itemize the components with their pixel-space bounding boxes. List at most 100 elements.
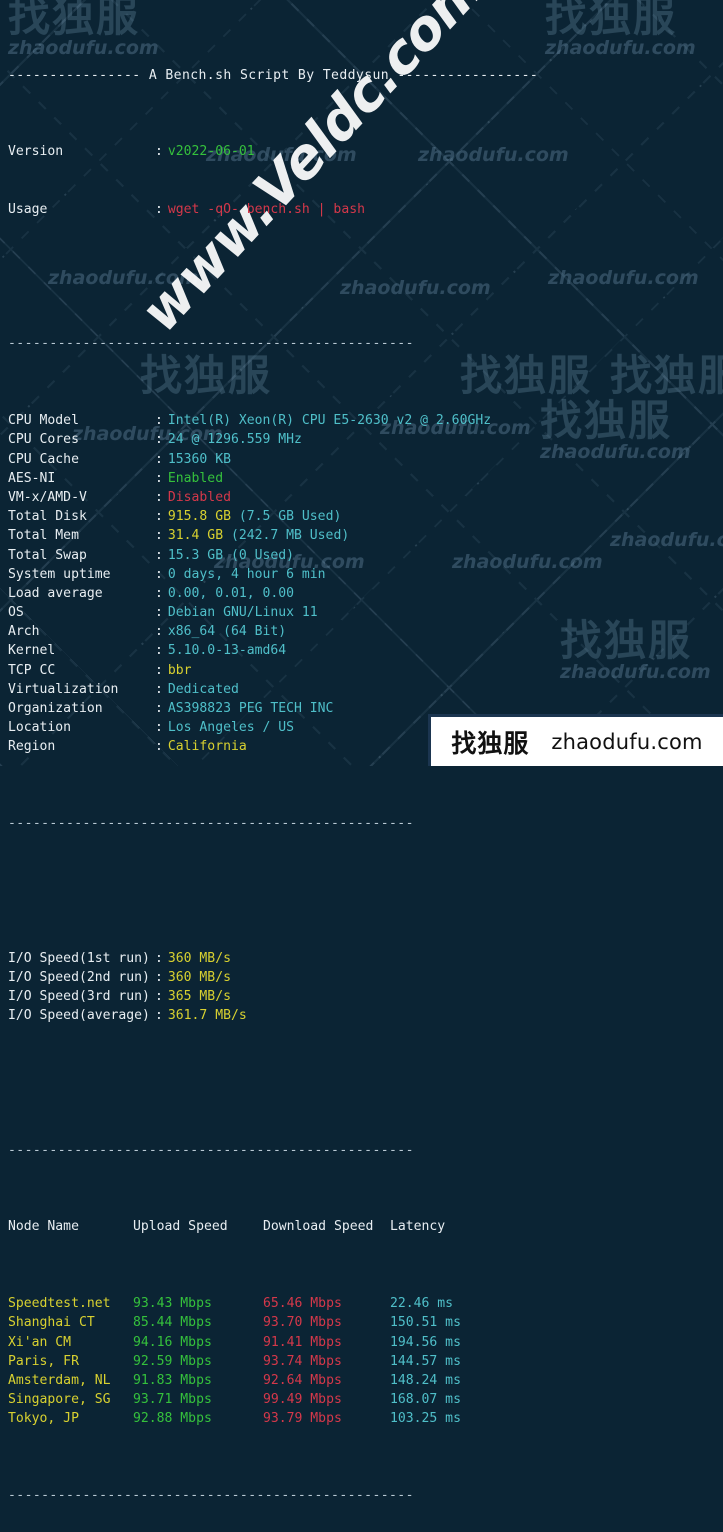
row-label: TCP CC xyxy=(8,662,56,678)
row-value: v2022-06-01 xyxy=(167,144,255,160)
speedtest-header-row: Node Name Upload Speed Download Speed Laten… xyxy=(0,1217,723,1236)
row-value: Disabled xyxy=(167,489,231,505)
row-colon: : xyxy=(155,432,163,448)
row-label: Version xyxy=(8,144,64,160)
header-title: A Bench.sh Script By Teddysun xyxy=(148,67,390,83)
column-header-download-speed: Download Speed xyxy=(263,1219,374,1235)
row-colon: : xyxy=(155,624,163,640)
info-row-os: OS: Debian GNU/Linux 11 xyxy=(0,603,723,622)
row-value: wget -qO- bench.sh | bash xyxy=(167,202,365,218)
row-label: System uptime xyxy=(8,566,111,582)
node-name-cell: Paris, FR xyxy=(8,1353,79,1369)
node-name-cell: Shanghai CT xyxy=(8,1315,95,1331)
info-row-total-disk: Total Disk:915.8 GB (7.5 GB Used) xyxy=(0,507,723,526)
row-colon: : xyxy=(155,988,163,1004)
row-colon: : xyxy=(155,566,163,582)
row-value: 915.8 GB xyxy=(167,509,231,525)
node-name-cell: Speedtest.net xyxy=(8,1296,111,1312)
upload-speed-cell: 94.16 Mbps xyxy=(133,1334,212,1350)
row-colon: : xyxy=(155,470,163,486)
row-value: 15.3 GB (0 Used) xyxy=(167,547,295,563)
column-header-node-name: Node Name xyxy=(8,1219,79,1235)
row-value: x86_64 (64 Bit) xyxy=(167,624,287,640)
row-colon: : xyxy=(155,969,163,985)
info-row-version: Version: v2022-06-01 xyxy=(0,142,723,161)
speedtest-row: Speedtest.net 93.43 Mbps 65.46 Mbps 22.46 m… xyxy=(0,1294,723,1313)
row-value: Intel(R) Xeon(R) CPU E5-2630 v2 @ 2.60GH… xyxy=(167,413,492,429)
latency-cell: 22.46 ms xyxy=(390,1296,454,1312)
download-speed-cell: 65.46 Mbps xyxy=(263,1296,342,1312)
row-colon: : xyxy=(155,739,163,755)
row-label: Total Mem xyxy=(8,528,79,544)
latency-cell: 148.24 ms xyxy=(390,1372,461,1388)
row-label: I/O Speed(2nd run) xyxy=(8,969,150,985)
info-row-usage: Usage: wget -qO- bench.sh | bash xyxy=(0,200,723,219)
row-value: 31.4 GB xyxy=(167,528,224,544)
info-row-tcp-cc: TCP CC: bbr xyxy=(0,661,723,680)
info-row-aes-ni: AES-NI: Enabled xyxy=(0,469,723,488)
io-row-i-o-speed-1st-run: I/O Speed(1st run):360 MB/s xyxy=(0,949,723,968)
row-label: Virtualization xyxy=(8,681,119,697)
info-row-virtualization: Virtualization: Dedicated xyxy=(0,680,723,699)
row-value: 360 MB/s xyxy=(167,969,231,985)
row-value: Enabled xyxy=(167,470,224,486)
row-colon: : xyxy=(155,202,163,218)
site-brand-banner: 找独服 zhaodufu.com xyxy=(428,714,723,766)
row-label: OS xyxy=(8,605,24,621)
info-row-cpu-cache: CPU Cache:15360 KB xyxy=(0,450,723,469)
row-value-extra: (7.5 GB Used) xyxy=(230,509,342,525)
row-colon: : xyxy=(155,547,163,563)
row-label: I/O Speed(1st run) xyxy=(8,950,150,966)
banner-brand-en: zhaodufu.com xyxy=(551,729,703,754)
row-colon: : xyxy=(155,528,163,544)
separator-line: ----------------------------------------… xyxy=(8,1488,414,1504)
row-colon: : xyxy=(155,701,163,717)
speedtest-row: Paris, FR 92.59 Mbps 93.74 Mbps 144.57 ms xyxy=(0,1352,723,1371)
row-colon: : xyxy=(155,720,163,736)
node-name-cell: Singapore, SG xyxy=(8,1392,111,1408)
info-row-total-swap: Total Swap:15.3 GB (0 Used) xyxy=(0,546,723,565)
column-header-upload-speed: Upload Speed xyxy=(133,1219,228,1235)
node-name-cell: Xi'an CM xyxy=(8,1334,72,1350)
row-value: 365 MB/s xyxy=(167,988,231,1004)
upload-speed-cell: 85.44 Mbps xyxy=(133,1315,212,1331)
row-value: California xyxy=(167,739,247,755)
io-row-i-o-speed-average: I/O Speed(average):361.7 MB/s xyxy=(0,1006,723,1025)
row-value: 361.7 MB/s xyxy=(167,1008,247,1024)
header-dashes-left: ---------------- xyxy=(8,67,141,83)
row-label: I/O Speed(3rd run) xyxy=(8,988,150,1004)
download-speed-cell: 91.41 Mbps xyxy=(263,1334,342,1350)
row-value-extra: (242.7 MB Used) xyxy=(223,528,350,544)
speedtest-row: Shanghai CT 85.44 Mbps 93.70 Mbps 150.51 ms xyxy=(0,1313,723,1332)
row-colon: : xyxy=(155,662,163,678)
row-value: AS398823 PEG TECH INC xyxy=(167,701,334,717)
row-value: 5.10.0-13-amd64 xyxy=(167,643,287,659)
separator-line: ----------------------------------------… xyxy=(8,336,414,352)
info-row-kernel: Kernel:5.10.0-13-amd64 xyxy=(0,641,723,660)
row-value: 24 @ 1296.559 MHz xyxy=(167,432,302,448)
row-label: CPU Cache xyxy=(8,451,79,467)
row-colon: : xyxy=(155,489,163,505)
info-row-vm-x-amd-v: VM-x/AMD-V: Disabled xyxy=(0,488,723,507)
download-speed-cell: 93.70 Mbps xyxy=(263,1315,342,1331)
row-colon: : xyxy=(155,413,163,429)
separator-line: ----------------------------------------… xyxy=(8,816,414,832)
row-value: 0.00, 0.01, 0.00 xyxy=(167,585,295,601)
info-row-load-average: Load average:0.00, 0.01, 0.00 xyxy=(0,584,723,603)
speedtest-row: Tokyo, JP 92.88 Mbps 93.79 Mbps 103.25 ms xyxy=(0,1409,723,1428)
upload-speed-cell: 92.59 Mbps xyxy=(133,1353,212,1369)
upload-speed-cell: 91.83 Mbps xyxy=(133,1372,212,1388)
row-label: Usage xyxy=(8,202,48,218)
row-value: bbr xyxy=(167,662,192,678)
row-label: Organization xyxy=(8,701,103,717)
io-row-i-o-speed-2nd-run: I/O Speed(2nd run):360 MB/s xyxy=(0,968,723,987)
info-row-cpu-model: CPU Model: Intel(R) Xeon(R) CPU E5-2630 v… xyxy=(0,411,723,430)
row-label: Total Swap xyxy=(8,547,87,563)
row-label: Arch xyxy=(8,624,40,640)
speedtest-table-body: Speedtest.net 93.43 Mbps 65.46 Mbps 22.46 m… xyxy=(0,1294,723,1428)
row-colon: : xyxy=(155,605,163,621)
node-name-cell: Tokyo, JP xyxy=(8,1411,79,1427)
